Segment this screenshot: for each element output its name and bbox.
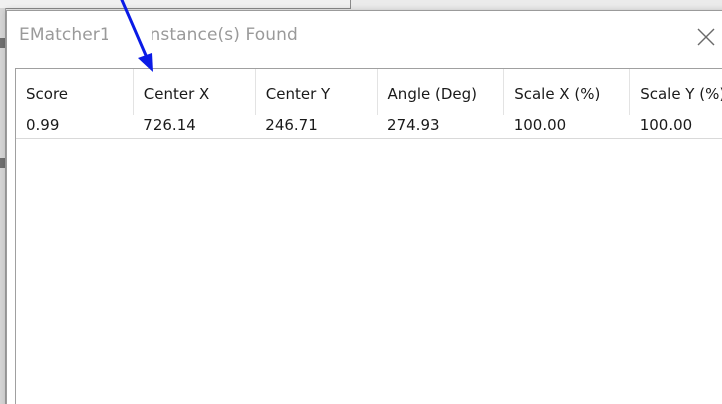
dialog-title: EMatcher1 - 1 Instance(s) Found	[19, 25, 298, 45]
cell-score: 0.99	[26, 116, 60, 134]
cell-center-y: 246.71	[265, 116, 318, 134]
edge-mark	[0, 158, 5, 168]
edge-mark	[0, 38, 5, 48]
column-header-scale-y[interactable]: Scale Y (%)	[629, 69, 722, 115]
column-header-center-y[interactable]: Center Y	[255, 69, 378, 115]
dialog-titlebar[interactable]: EMatcher1 - 1 Instance(s) Found	[7, 11, 722, 59]
column-header-center-x[interactable]: Center X	[133, 69, 256, 115]
column-header-scale-x[interactable]: Scale X (%)	[503, 69, 631, 115]
close-button[interactable]	[685, 19, 722, 53]
table-row[interactable]: 0.99 726.14 246.71 274.93 100.00 100.00	[16, 115, 722, 139]
cell-scale-y: 100.00	[639, 116, 693, 134]
cell-scale-x: 100.00	[513, 116, 567, 134]
results-table: Score Center X Center Y Angle (Deg) Scal…	[16, 69, 722, 139]
cell-center-x: 726.14	[143, 116, 196, 134]
background-window	[0, 0, 351, 9]
column-header-angle[interactable]: Angle (Deg)	[377, 69, 505, 115]
close-icon	[697, 28, 715, 46]
header-row: Score Center X Center Y Angle (Deg) Scal…	[16, 69, 722, 115]
results-dialog: EMatcher1 - 1 Instance(s) Found Score Ce…	[6, 10, 722, 404]
cell-angle: 274.93	[387, 116, 440, 134]
screen: EMatcher1 - 1 Instance(s) Found Score Ce…	[0, 0, 722, 404]
results-grid[interactable]: Score Center X Center Y Angle (Deg) Scal…	[15, 68, 722, 404]
column-header-score[interactable]: Score	[16, 69, 134, 115]
